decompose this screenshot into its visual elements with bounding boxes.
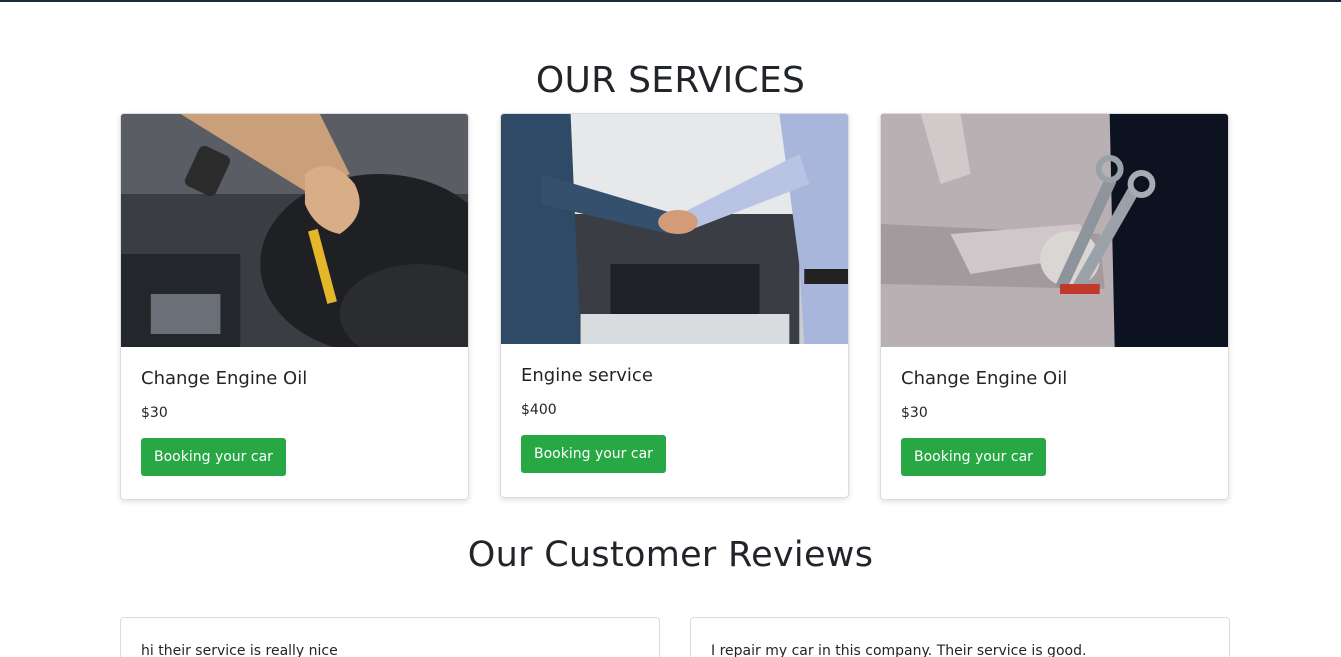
engine-oil-image [121,114,468,347]
card-title: Change Engine Oil [141,368,308,389]
top-border [0,0,1341,2]
booking-button[interactable]: Booking your car [521,435,666,473]
card-price: $400 [521,402,557,418]
review-text: hi their service is really nice [141,643,338,657]
review-card-1: hi their service is really nice [120,617,660,657]
services-heading: OUR SERVICES [535,60,806,101]
review-card-2: I repair my car in this company. Their s… [690,617,1230,657]
service-card-2: Engine service $400 Booking your car [500,113,849,498]
service-card-1: Change Engine Oil $30 Booking your car [120,113,469,500]
card-price: $30 [901,405,928,421]
handshake-image [501,114,848,344]
service-card-3: Change Engine Oil $30 Booking your car [880,113,1229,500]
card-price: $30 [141,405,168,421]
booking-button[interactable]: Booking your car [901,438,1046,476]
card-title: Engine service [521,365,653,386]
review-text: I repair my car in this company. Their s… [711,643,1087,657]
mechanic-image [881,114,1228,347]
booking-button[interactable]: Booking your car [141,438,286,476]
reviews-heading: Our Customer Reviews [467,535,874,575]
card-title: Change Engine Oil [901,368,1068,389]
